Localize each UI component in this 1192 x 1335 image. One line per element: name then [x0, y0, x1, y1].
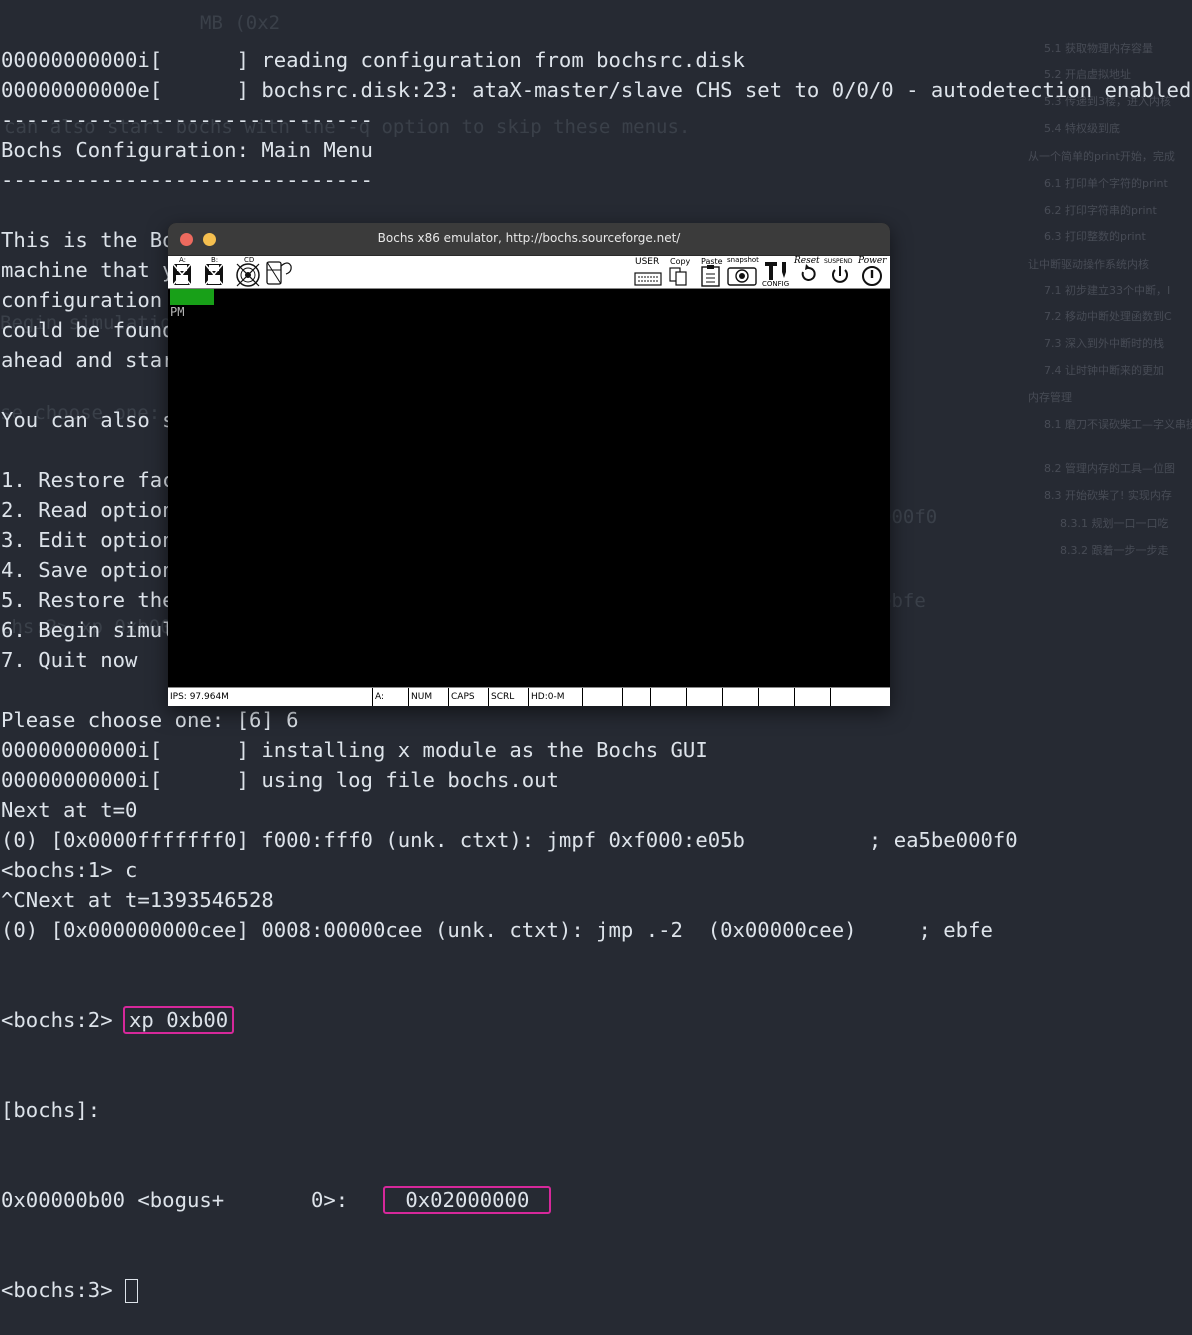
- emulator-toolbar: A: B: CD USER Copy Paste snapshot CONFIG…: [168, 256, 890, 289]
- terminal-line: (0) [0x0000fffffff0] f000:fff0 (unk. ctx…: [1, 828, 1018, 852]
- terminal-line: 00000000000i[ ] using log file bochs.out: [1, 768, 559, 792]
- floppy-a-button[interactable]: A:: [170, 256, 194, 288]
- config-label: CONFIG: [762, 280, 790, 288]
- suspend-button[interactable]: SUSPEND: [824, 256, 856, 288]
- suspend-label: SUSPEND: [824, 258, 853, 265]
- status-slot: [794, 688, 830, 706]
- memory-dump-line: 0x00000b00 <bogus+ 0>: 0x02000000: [1, 1185, 1191, 1215]
- terminal-line: ------------------------------: [1, 108, 373, 132]
- terminal-command-line: <bochs:2> xp 0xb00: [1, 1005, 1191, 1035]
- floppy-b-label: B:: [211, 256, 219, 264]
- status-drive: A:: [372, 688, 408, 706]
- status-slot: [722, 688, 758, 706]
- status-slot: [650, 688, 686, 706]
- boot-indicator-bar: [170, 289, 214, 305]
- status-slot: [582, 688, 622, 706]
- bochs-emulator-window[interactable]: Bochs x86 emulator, http://bochs.sourcef…: [168, 223, 890, 706]
- terminal-line: 00000000000i[ ] reading configuration fr…: [1, 48, 745, 72]
- bochs-label-line: [bochs]:: [1, 1098, 101, 1122]
- text-cursor[interactable]: [125, 1279, 138, 1303]
- highlighted-memory-value: 0x02000000: [383, 1186, 552, 1214]
- memory-address: 0x00000b00 <bogus+ 0>:: [1, 1188, 386, 1212]
- terminal-line: Next at t=0: [1, 798, 138, 822]
- power-button[interactable]: Power: [858, 256, 888, 288]
- ips-counter: IPS: 97.964M: [170, 692, 229, 702]
- terminal-line: 00000000000i[ ] installing x module as t…: [1, 738, 708, 762]
- terminal-line: ^CNext at t=1393546528: [1, 888, 274, 912]
- status-slot: [622, 688, 650, 706]
- snapshot-label: snapshot: [727, 256, 759, 264]
- emulator-statusbar: IPS: 97.964M A: NUM CAPS SCRL HD:0-M: [168, 687, 890, 706]
- mouse-icon: [266, 261, 292, 285]
- cdrom-button[interactable]: CD: [234, 256, 262, 288]
- user-button[interactable]: USER: [633, 256, 663, 288]
- terminal-line: Please choose one: [6] 6: [1, 708, 299, 732]
- floppy-b-button[interactable]: B:: [202, 256, 226, 288]
- command-prompt: <bochs:2>: [1, 1008, 125, 1032]
- current-prompt-line[interactable]: <bochs:3>: [1, 1275, 1191, 1305]
- reset-button[interactable]: Reset: [794, 256, 824, 288]
- config-button[interactable]: CONFIG: [762, 256, 792, 288]
- emulator-display[interactable]: PM: [168, 289, 890, 687]
- status-num: NUM: [408, 688, 448, 706]
- protected-mode-text: PM: [170, 305, 185, 319]
- terminal-line: ------------------------------: [1, 168, 373, 192]
- terminal-line: <bochs:1> c: [1, 858, 138, 882]
- status-slot: [686, 688, 722, 706]
- paste-button[interactable]: Paste: [698, 256, 724, 288]
- terminal-line: Bochs Configuration: Main Menu: [1, 138, 373, 162]
- highlighted-command: xp 0xb00: [122, 1006, 235, 1034]
- cdrom-label: CD: [244, 256, 255, 264]
- floppy-a-label: A:: [179, 256, 187, 264]
- copy-button[interactable]: Copy: [667, 256, 691, 288]
- status-hd: HD:0-M: [528, 688, 582, 706]
- status-slot: [758, 688, 794, 706]
- terminal-line: (0) [0x000000000cee] 0008:00000cee (unk.…: [1, 918, 993, 942]
- window-titlebar[interactable]: Bochs x86 emulator, http://bochs.sourcef…: [168, 223, 890, 256]
- user-label: USER: [635, 257, 660, 267]
- status-scrl: SCRL: [488, 688, 528, 706]
- snapshot-button[interactable]: snapshot: [725, 256, 761, 288]
- reset-label: Reset: [794, 256, 820, 266]
- paste-label: Paste: [701, 257, 723, 266]
- current-prompt: <bochs:3>: [1, 1278, 125, 1302]
- window-title: Bochs x86 emulator, http://bochs.sourcef…: [377, 231, 681, 245]
- mouse-capture-button[interactable]: [264, 256, 294, 288]
- copy-label: Copy: [670, 257, 691, 266]
- status-slot: [830, 688, 890, 706]
- power-label: Power: [858, 256, 887, 266]
- status-caps: CAPS: [448, 688, 488, 706]
- terminal-line: 00000000000e[ ] bochsrc.disk:23: ataX-ma…: [1, 78, 1192, 102]
